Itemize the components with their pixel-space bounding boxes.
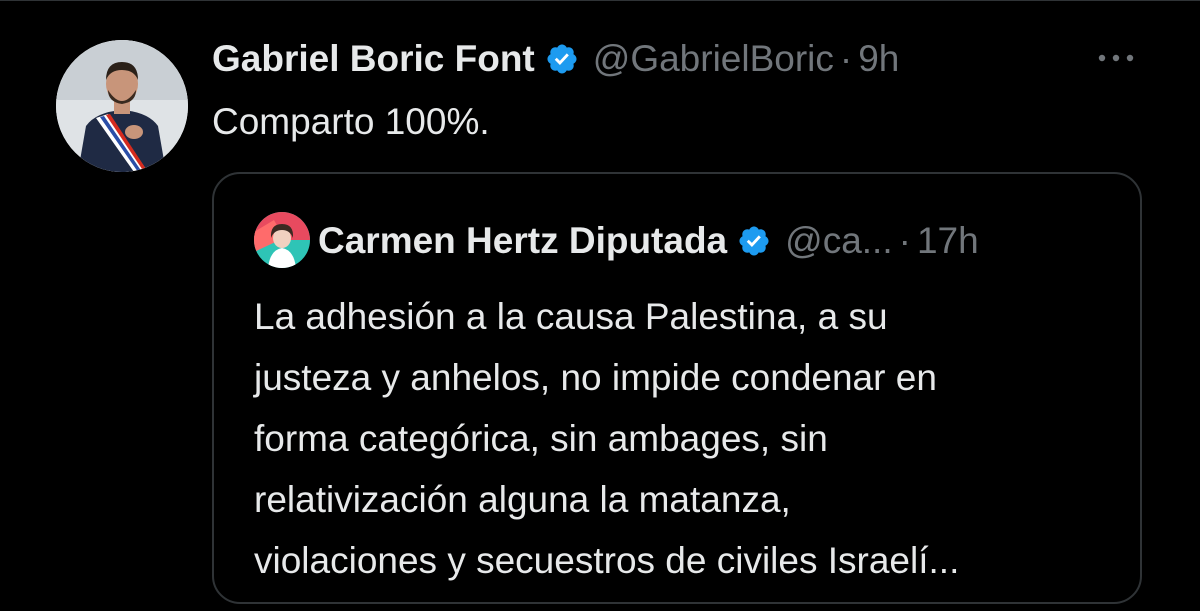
quote-tweet-text: La adhesión a la causa Palestina, a su j… (254, 286, 1114, 591)
verified-badge-icon (737, 224, 771, 258)
quote-separator-dot: · (898, 220, 911, 261)
tweet-text: Comparto 100%. (212, 101, 490, 142)
avatar-photo-icon (56, 40, 188, 172)
quote-text-line: violaciones y secuestros de civiles Isra… (254, 540, 960, 581)
quote-tweet-card[interactable]: Carmen Hertz Diputada @ca... · 17h La ad… (212, 172, 1142, 604)
quote-text-line: relativización alguna la matanza, (254, 479, 791, 520)
quote-header: Carmen Hertz Diputada @ca... · 17h (318, 218, 979, 264)
verified-badge-icon (545, 42, 579, 76)
quote-author-handle[interactable]: @ca... (785, 220, 892, 262)
quote-avatar-photo-icon (254, 212, 310, 268)
separator-dot: · (839, 38, 853, 79)
quote-author-name[interactable]: Carmen Hertz Diputada (318, 220, 727, 262)
quote-author-avatar[interactable] (254, 212, 310, 268)
author-avatar[interactable] (56, 40, 188, 172)
quote-text-line: La adhesión a la causa Palestina, a su (254, 296, 888, 337)
more-horizontal-icon (1098, 54, 1134, 62)
quote-timestamp[interactable]: 17h (917, 220, 979, 262)
tweet-header: Gabriel Boric Font @GabrielBoric · 9h (212, 34, 899, 84)
quote-text-line: justeza y anhelos, no impide condenar en (254, 357, 937, 398)
quote-text-line: forma categórica, sin ambages, sin (254, 418, 828, 459)
top-divider (0, 0, 1200, 1)
author-handle[interactable]: @GabrielBoric (593, 38, 834, 80)
tweet-timestamp[interactable]: 9h (858, 38, 899, 80)
author-name[interactable]: Gabriel Boric Font (212, 38, 535, 80)
more-options-button[interactable] (1094, 46, 1138, 70)
